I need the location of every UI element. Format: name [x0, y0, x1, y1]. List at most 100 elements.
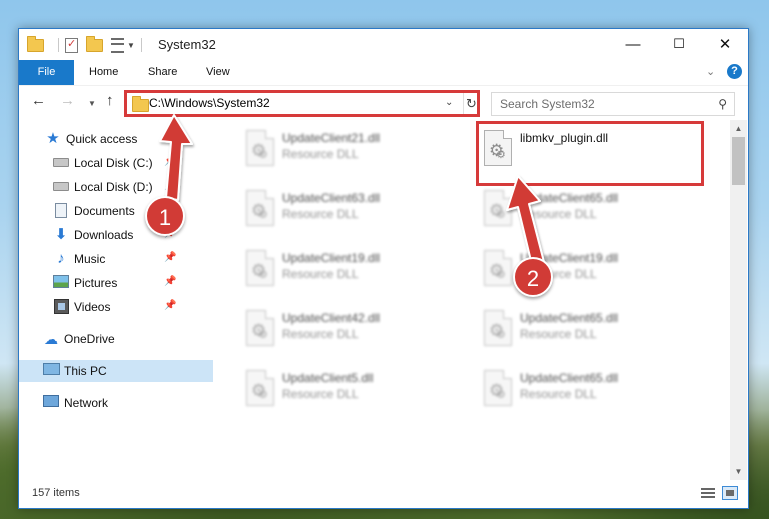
sidebar-item-local-disk-d[interactable]: Local Disk (D:) 📌: [19, 176, 213, 198]
view-options-icon[interactable]: [111, 37, 124, 53]
pin-icon[interactable]: 📌: [164, 156, 176, 167]
back-arrow-icon[interactable]: ←: [31, 93, 46, 109]
navigation-pane: ★ Quick access Local Disk (C:) 📌 Local D…: [19, 120, 213, 480]
file-item[interactable]: ⚙ ⚙ UpdateClient19.dll Resource DLL: [474, 246, 704, 298]
recent-locations-chevron-icon[interactable]: ▼: [88, 96, 96, 112]
sidebar-item-pictures[interactable]: Pictures 📌: [19, 272, 213, 294]
pin-icon[interactable]: 📌: [164, 180, 176, 191]
file-item[interactable]: ⚙ ⚙ UpdateClient19.dll Resource DLL: [236, 246, 466, 298]
download-icon: ⬇: [54, 226, 68, 243]
toolbar-separator: [140, 38, 142, 52]
step-1-badge: 1: [145, 196, 185, 236]
pictures-icon: [53, 275, 69, 288]
file-name: UpdateClient42.dll: [282, 311, 381, 325]
tab-file[interactable]: File: [19, 60, 74, 85]
pin-icon[interactable]: 📌: [164, 276, 176, 287]
sidebar-item-downloads[interactable]: ⬇ Downloads 📌: [19, 224, 213, 246]
sidebar-item-local-disk-c[interactable]: Local Disk (C:) 📌: [19, 152, 213, 174]
vertical-scrollbar[interactable]: ▲ ▼: [730, 120, 747, 480]
music-icon: ♪: [57, 250, 65, 267]
scroll-down-chevron-icon[interactable]: ▼: [730, 463, 747, 480]
properties-icon[interactable]: [65, 37, 78, 53]
file-item[interactable]: ⚙ ⚙ UpdateClient63.dll Resource DLL: [236, 186, 466, 238]
forward-arrow-icon[interactable]: →: [60, 93, 75, 109]
file-type: Resource DLL: [282, 267, 359, 281]
dll-file-icon: ⚙ ⚙: [244, 250, 276, 290]
videos-icon: [53, 299, 69, 314]
navigation-bar: ← → ▼ ↑ C:\Windows\System32 ⌄ ↻ Search S…: [19, 85, 748, 120]
network-icon: [43, 395, 59, 407]
file-item[interactable]: ⚙ ⚙ UpdateClient65.dll Resource DLL: [474, 186, 704, 238]
file-type: Resource DLL: [282, 207, 359, 221]
file-item[interactable]: ⚙ ⚙ UpdateClient65.dll Resource DLL: [474, 306, 704, 358]
file-name: UpdateClient65.dll: [520, 371, 619, 385]
sidebar-item-this-pc[interactable]: This PC: [19, 360, 213, 382]
scroll-up-chevron-icon[interactable]: ▲: [730, 120, 747, 137]
drive-icon: [53, 182, 69, 191]
dll-file-icon: ⚙ ⚙: [244, 370, 276, 410]
scrollbar-thumb[interactable]: [732, 137, 745, 185]
drive-icon: [53, 158, 69, 167]
file-name: UpdateClient65.dll: [520, 311, 619, 325]
address-bar-highlight: [124, 90, 480, 117]
star-icon: ★: [46, 130, 60, 147]
search-icon[interactable]: ⚲: [718, 97, 727, 111]
search-input[interactable]: Search System32 ⚲: [491, 92, 735, 116]
window-title: System32: [158, 37, 216, 52]
file-highlight: [476, 121, 704, 186]
large-icons-view-icon[interactable]: [722, 486, 738, 500]
sidebar-item-onedrive[interactable]: ☁ OneDrive: [19, 328, 213, 350]
minimize-button[interactable]: —: [610, 29, 656, 59]
file-type: Resource DLL: [282, 147, 359, 161]
pin-icon[interactable]: 📌: [164, 300, 176, 311]
tab-view[interactable]: View: [206, 60, 230, 85]
file-type: Resource DLL: [520, 207, 597, 221]
sidebar-item-music[interactable]: ♪ Music 📌: [19, 248, 213, 270]
customize-toolbar-chevron-icon[interactable]: ▼: [127, 41, 135, 50]
tab-share[interactable]: Share: [148, 60, 177, 85]
dll-file-icon: ⚙ ⚙: [482, 190, 514, 230]
maximize-button[interactable]: ☐: [656, 29, 702, 59]
file-name: UpdateClient5.dll: [282, 371, 374, 385]
file-explorer-window: ▼ System32 — ☐ ✕ File Home Share View ⌄ …: [18, 28, 749, 509]
file-item[interactable]: ⚙ ⚙ UpdateClient21.dll Resource DLL: [236, 126, 466, 178]
search-placeholder: Search System32: [500, 97, 595, 111]
toolbar-separator: [58, 38, 59, 52]
new-folder-icon[interactable]: [86, 35, 103, 52]
computer-icon: [43, 363, 60, 375]
dll-file-icon: ⚙ ⚙: [482, 250, 514, 290]
dll-file-icon: ⚙ ⚙: [244, 190, 276, 230]
file-type: Resource DLL: [282, 387, 359, 401]
details-view-icon[interactable]: [701, 488, 715, 500]
dll-file-icon: ⚙ ⚙: [482, 310, 514, 350]
status-bar: 157 items: [19, 481, 748, 507]
title-bar: ▼ System32 — ☐ ✕: [19, 29, 748, 60]
sidebar-item-quick-access[interactable]: ★ Quick access: [19, 128, 213, 150]
up-arrow-icon[interactable]: ↑: [106, 93, 114, 109]
sidebar-item-videos[interactable]: Videos 📌: [19, 296, 213, 318]
file-name: UpdateClient21.dll: [282, 131, 381, 145]
close-button[interactable]: ✕: [702, 29, 748, 59]
file-type: Resource DLL: [520, 387, 597, 401]
sidebar-item-network[interactable]: Network: [19, 392, 213, 414]
ribbon-tabs: File Home Share View ⌄ ?: [19, 60, 748, 85]
file-name: UpdateClient19.dll: [282, 251, 381, 265]
file-name: UpdateClient63.dll: [282, 191, 381, 205]
help-icon[interactable]: ?: [727, 64, 742, 79]
file-item[interactable]: ⚙ ⚙ UpdateClient42.dll Resource DLL: [236, 306, 466, 358]
file-type: Resource DLL: [520, 327, 597, 341]
dll-file-icon: ⚙ ⚙: [244, 310, 276, 350]
folder-icon[interactable]: [27, 35, 44, 52]
dll-file-icon: ⚙ ⚙: [244, 130, 276, 170]
file-item[interactable]: ⚙ ⚙ UpdateClient65.dll Resource DLL: [474, 366, 704, 418]
file-item[interactable]: ⚙ ⚙ UpdateClient5.dll Resource DLL: [236, 366, 466, 418]
tab-home[interactable]: Home: [89, 60, 118, 85]
quick-access-toolbar: ▼: [27, 35, 148, 54]
pin-icon[interactable]: 📌: [164, 252, 176, 263]
expand-ribbon-chevron-icon[interactable]: ⌄: [706, 65, 715, 78]
file-name: UpdateClient65.dll: [520, 191, 619, 205]
dll-file-icon: ⚙ ⚙: [482, 370, 514, 410]
cloud-icon: ☁: [44, 331, 58, 347]
item-count: 157 items: [32, 487, 80, 499]
file-type: Resource DLL: [282, 327, 359, 341]
